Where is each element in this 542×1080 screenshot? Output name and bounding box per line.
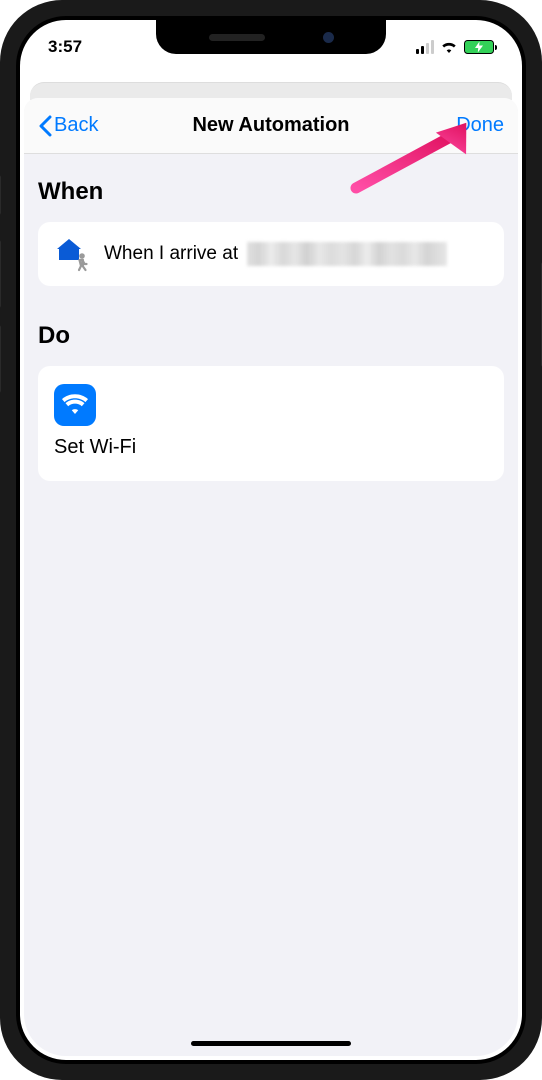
status-time: 3:57: [48, 37, 128, 57]
wifi-icon: [440, 41, 458, 54]
do-action-card[interactable]: Set Wi-Fi: [38, 366, 504, 481]
battery-icon: [464, 40, 494, 54]
back-label: Back: [54, 114, 98, 137]
home-indicator[interactable]: [191, 1041, 351, 1046]
chevron-left-icon: [38, 115, 52, 137]
navigation-bar: Back New Automation Done: [24, 98, 518, 154]
do-section-header: Do: [38, 322, 504, 350]
when-condition-text: When I arrive at: [104, 242, 447, 266]
wifi-action-icon: [54, 384, 96, 426]
cellular-signal-icon: [416, 40, 435, 54]
arrive-home-icon: [54, 236, 90, 272]
action-label: Set Wi-Fi: [54, 436, 488, 459]
back-button[interactable]: Back: [38, 114, 98, 137]
done-button[interactable]: Done: [456, 114, 504, 137]
redacted-location: [247, 242, 447, 266]
when-section-header: When: [38, 178, 504, 206]
when-condition-card[interactable]: When I arrive at: [38, 222, 504, 286]
device-notch: [156, 20, 386, 54]
